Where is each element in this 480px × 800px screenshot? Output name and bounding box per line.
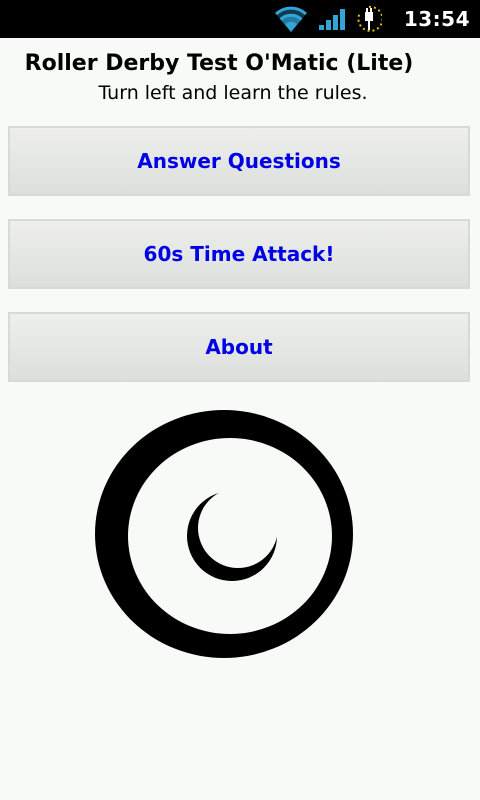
app-subtitle: Turn left and learn the rules. [98, 82, 368, 104]
about-button[interactable]: About [8, 312, 470, 382]
app-title: Roller Derby Test O'Matic (Lite) [24, 51, 414, 76]
time-attack-button[interactable]: 60s Time Attack! [8, 219, 470, 289]
battery-charging-icon [356, 4, 382, 34]
answer-questions-button[interactable]: Answer Questions [8, 126, 470, 196]
header: Roller Derby Test O'Matic (Lite) Turn le… [0, 48, 480, 106]
clock: 13:54 [403, 7, 470, 31]
status-icons: 13:54 [274, 0, 470, 38]
signal-icon [318, 7, 346, 31]
status-bar: 13:54 [0, 0, 480, 38]
wifi-icon [274, 5, 308, 33]
spiral-logo-icon [94, 408, 354, 660]
